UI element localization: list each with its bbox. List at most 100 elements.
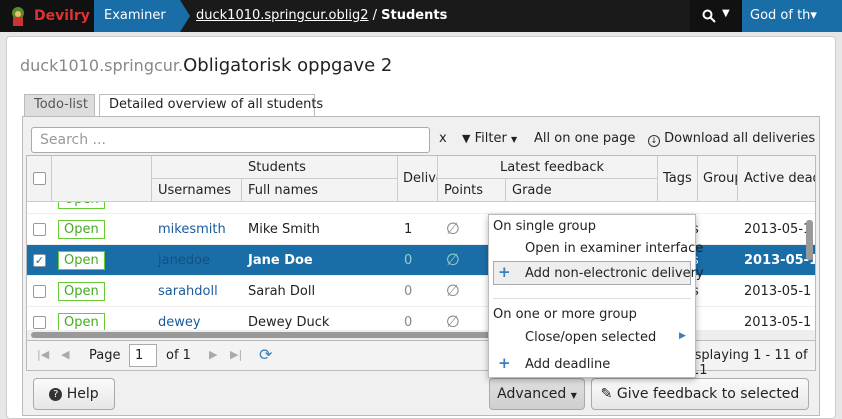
help-icon: ?	[49, 388, 63, 401]
first-page-icon[interactable]: |◀	[37, 348, 49, 361]
group-label: Group	[703, 171, 737, 186]
active-deadline-header[interactable]: Active dead	[738, 156, 815, 202]
no-feedback-icon: ∅	[446, 250, 460, 269]
page-label: Page	[89, 348, 121, 363]
menu-item-label: Add non-electronic delivery	[525, 266, 704, 281]
page-title: duck1010.springcur.Obligatorisk oppgave …	[20, 55, 392, 76]
fullname: Jane Doe	[248, 253, 313, 268]
advanced-button[interactable]: Advanced ▼	[489, 378, 585, 410]
usernames-header[interactable]: Usernames	[152, 179, 242, 202]
fullname: Dewey Duck	[248, 315, 330, 330]
status-badge: Open	[58, 202, 105, 209]
grade-header[interactable]: Grade	[506, 179, 658, 202]
fullnames-header[interactable]: Full names	[242, 179, 398, 202]
search-input[interactable]: Search ...	[31, 127, 430, 153]
points-header[interactable]: Points	[438, 179, 506, 202]
clear-search-button[interactable]: x	[439, 131, 447, 146]
no-feedback-icon: ∅	[446, 281, 460, 300]
pagination-bar: |◀ ◀ Page 1 of 1 ▶ ▶| ⟳ isplaying 1 - 11…	[26, 341, 816, 378]
status-badge: Open	[58, 220, 105, 239]
top-navbar: Devilry Examiner duck1010.springcur.obli…	[0, 0, 842, 32]
search-placeholder: Search ...	[40, 132, 106, 148]
deliveries-count: 0	[404, 253, 413, 268]
user-menu[interactable]: God of th▾	[742, 0, 842, 32]
download-all-button[interactable]: ↓ Download all deliveries	[648, 131, 815, 147]
menu-item-close-open-selected[interactable]: Close/open selected	[525, 330, 656, 345]
plus-icon: +	[498, 354, 511, 372]
page-number-value: 1	[135, 348, 144, 363]
status-badge: Open	[58, 282, 105, 301]
tab-label: Todo-list	[34, 97, 88, 112]
devilry-logo-icon	[12, 7, 24, 26]
row-checkbox[interactable]	[33, 316, 46, 329]
filter-label: Filter	[474, 131, 507, 146]
menu-section-single-group: On single group	[493, 219, 596, 234]
menu-item-open-examiner[interactable]: Open in examiner interface	[525, 241, 703, 256]
help-button[interactable]: ? Help	[33, 378, 115, 410]
no-feedback-icon: ∅	[446, 219, 460, 238]
select-all-checkbox[interactable]	[33, 172, 46, 185]
deliveries-label: Deliver	[403, 171, 437, 186]
give-feedback-label: Give feedback to selected	[616, 386, 800, 402]
menu-item-add-deadline[interactable]: Add deadline	[525, 357, 610, 372]
row-checkbox-checked[interactable]: ✓	[33, 254, 46, 267]
app-name: Devilry	[34, 8, 90, 24]
role-selector[interactable]: Examiner	[94, 0, 190, 32]
download-icon: ↓	[648, 135, 660, 147]
tags-header[interactable]: Tags	[658, 156, 698, 202]
deliveries-count: 0	[404, 315, 413, 330]
filter-button[interactable]: ▼ Filter ▼	[462, 131, 517, 146]
horizontal-scrollbar[interactable]	[27, 330, 815, 340]
prev-page-icon[interactable]: ◀	[61, 348, 69, 361]
breadcrumb: duck1010.springcur.oblig2 / Students	[196, 8, 447, 23]
caret-down-icon: ▼	[510, 135, 518, 144]
refresh-icon[interactable]: ⟳	[259, 345, 272, 364]
fullnames-label: Full names	[248, 183, 319, 198]
no-feedback-icon: ∅	[446, 312, 460, 331]
chevron-down-icon: ▼	[722, 8, 730, 19]
username-link[interactable]: mikesmith	[158, 222, 226, 237]
menu-item-add-non-electronic[interactable]: + Add non-electronic delivery	[493, 261, 704, 285]
tab-detailed-overview[interactable]: Detailed overview of all students	[99, 94, 323, 116]
deliveries-count: 0	[404, 284, 413, 299]
row-checkbox[interactable]	[33, 285, 46, 298]
students-group-header: Students	[152, 156, 398, 179]
select-all-header	[27, 156, 52, 202]
username-link[interactable]: dewey	[158, 315, 201, 330]
students-header-label: Students	[248, 160, 306, 175]
next-page-icon[interactable]: ▶	[209, 348, 217, 361]
role-label: Examiner	[104, 8, 166, 23]
breadcrumb-assignment-link[interactable]: duck1010.springcur.oblig2	[196, 8, 368, 23]
last-page-icon[interactable]: ▶|	[230, 348, 242, 361]
page-title-prefix: duck1010.springcur.	[20, 56, 184, 75]
user-name: God of th▾	[750, 8, 817, 23]
page-number-input[interactable]: 1	[129, 344, 157, 367]
table-row-partial: Open	[27, 202, 815, 214]
give-feedback-button[interactable]: ✎ Give feedback to selected	[591, 378, 809, 410]
group-header[interactable]: Group	[698, 156, 738, 202]
pencil-icon: ✎	[600, 386, 613, 402]
help-label: Help	[66, 386, 99, 402]
latest-feedback-header: Latest feedback	[438, 156, 658, 179]
page-total-label: of 1	[166, 348, 191, 363]
page-title-main: Obligatorisk oppgave 2	[183, 55, 393, 76]
deliveries-header[interactable]: Deliver	[398, 156, 438, 202]
role-arrow-icon	[180, 0, 190, 32]
tab-label: Detailed overview of all students	[109, 97, 324, 112]
global-search-button[interactable]: ▼	[690, 0, 742, 32]
tab-todo-list[interactable]: Todo-list	[24, 94, 95, 116]
app-logo[interactable]: Devilry	[0, 0, 94, 32]
username-link[interactable]: sarahdoll	[158, 284, 218, 299]
search-icon	[702, 9, 716, 23]
row-checkbox[interactable]	[33, 223, 46, 236]
submenu-arrow-icon: ▶	[679, 331, 686, 341]
username-link[interactable]: janedoe	[158, 253, 210, 268]
caret-down-icon: ▼	[570, 391, 577, 400]
status-badge: Open	[58, 251, 105, 270]
vertical-scrollbar[interactable]	[806, 220, 813, 260]
fullname: Sarah Doll	[248, 284, 316, 299]
tags-label: Tags	[663, 171, 692, 186]
all-on-one-page-button[interactable]: All on one page	[534, 131, 635, 146]
active-deadline: 2013-05-1	[744, 222, 812, 237]
breadcrumb-current: Students	[381, 8, 448, 23]
